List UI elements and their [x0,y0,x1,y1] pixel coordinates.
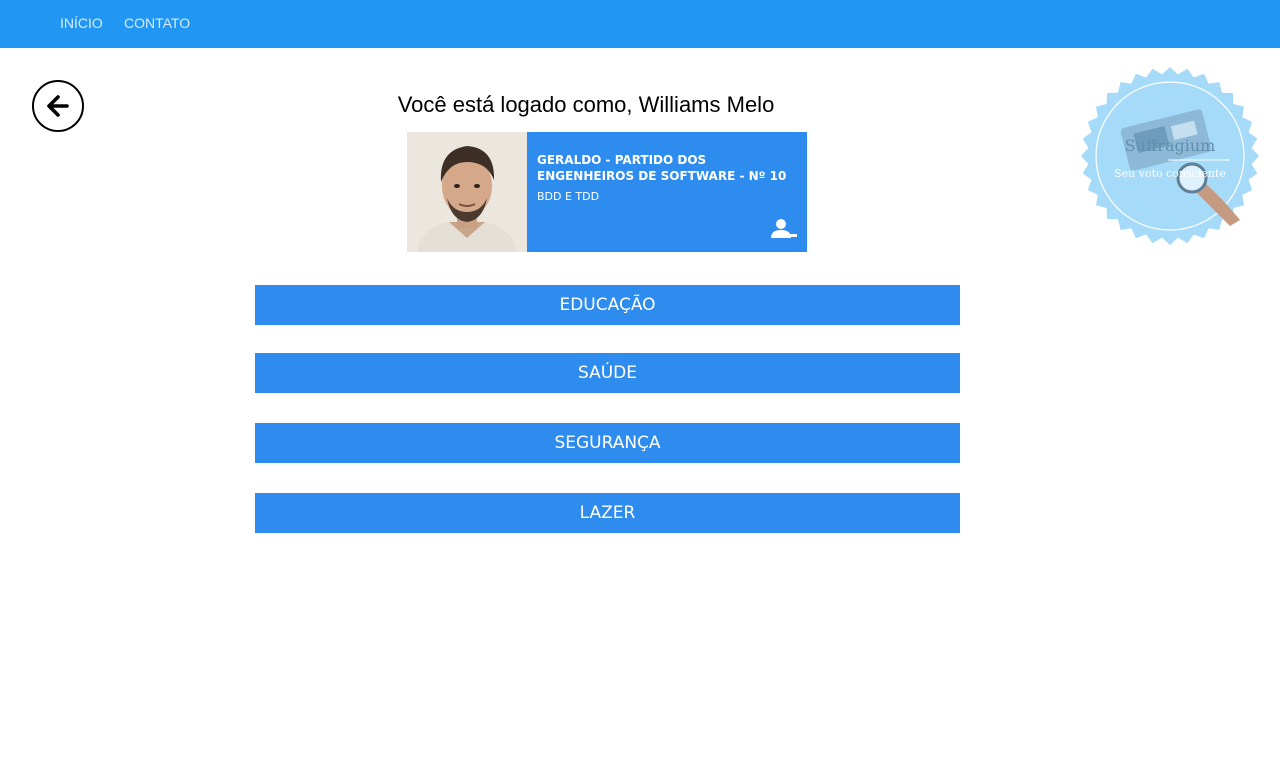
candidate-card[interactable]: GERALDO - PARTIDO DOS ENGENHEIROS DE SOF… [407,132,807,252]
candidate-name: GERALDO - PARTIDO DOS ENGENHEIROS DE SOF… [537,153,787,183]
seal-brand-name: Suffragium [1124,136,1216,155]
logged-user-heading: Você está logado como, Williams Melo [397,92,775,117]
category-button-educacao[interactable]: EDUCAÇÃO [255,285,960,325]
category-button-seguranca[interactable]: SEGURANÇA [255,423,960,463]
category-button-lazer[interactable]: LAZER [255,493,960,533]
nav-link-inicio[interactable]: INÍCIO [60,15,103,31]
nav-link-contato[interactable]: CONTATO [124,15,190,31]
suffragium-seal-logo: Suffragium Seu voto consciente [1080,66,1260,246]
category-button-saude[interactable]: SAÚDE [255,353,960,393]
candidate-photo [407,132,527,252]
top-navbar: INÍCIO CONTATO [0,0,1280,48]
candidate-description: BDD E TDD [537,190,600,203]
remove-user-icon[interactable] [771,218,799,240]
seal-slogan: Seu voto consciente [1114,167,1226,180]
